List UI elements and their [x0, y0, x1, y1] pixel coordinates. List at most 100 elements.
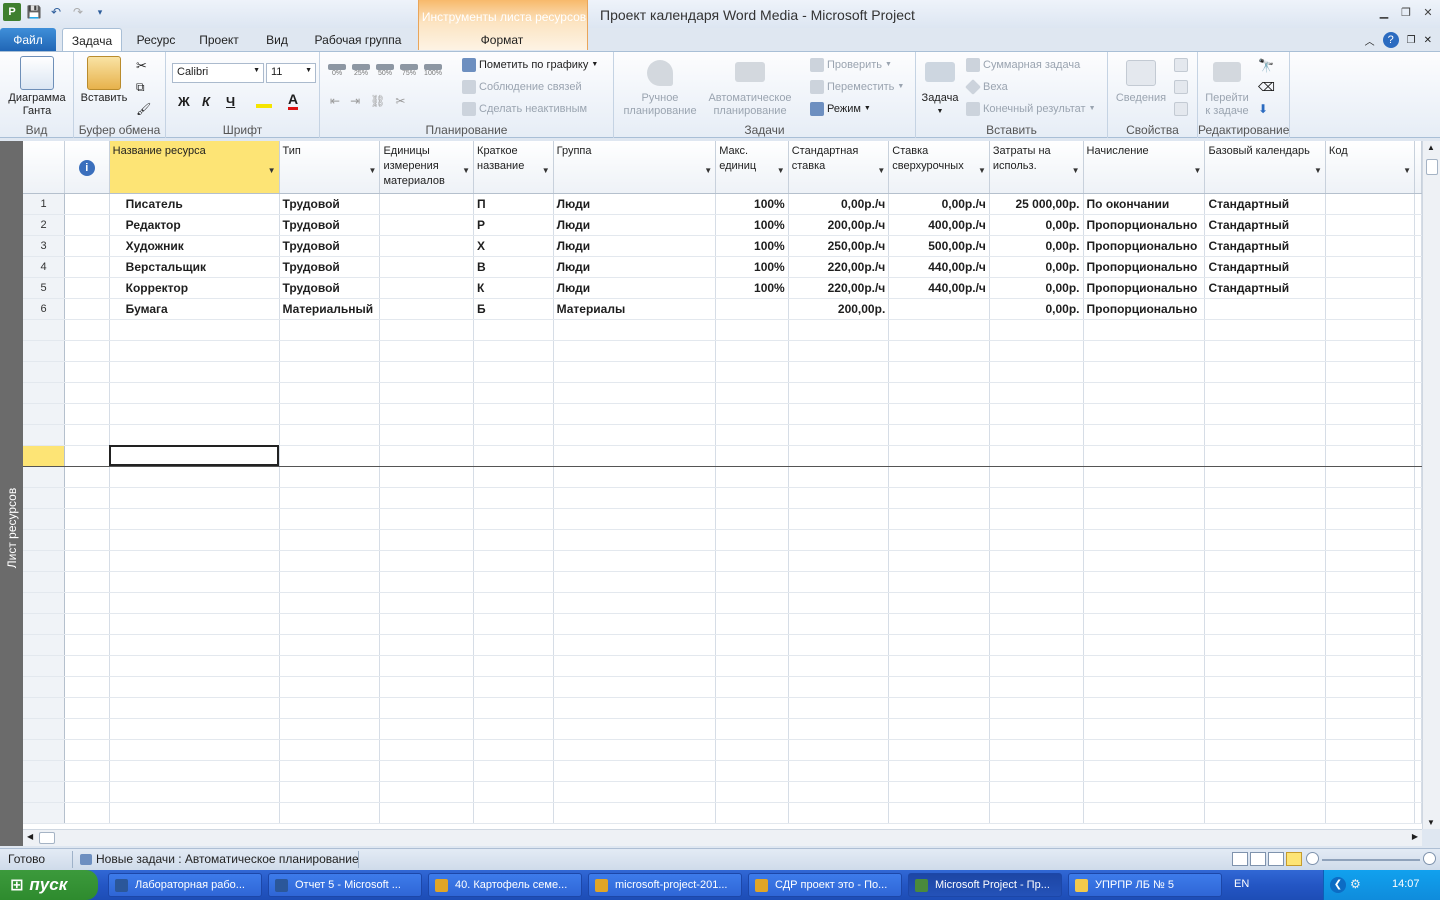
cell-max[interactable]	[715, 655, 789, 677]
cell-cost[interactable]	[989, 444, 1084, 467]
cell-type[interactable]	[279, 676, 381, 698]
indicator-cell[interactable]	[64, 256, 110, 278]
cell-cal[interactable]	[1204, 361, 1326, 383]
cell-accrue[interactable]: Пропорционально	[1083, 235, 1206, 257]
cell-name[interactable]	[109, 718, 280, 740]
cell-type[interactable]	[279, 424, 381, 446]
mark-on-track-button[interactable]: Пометить по графику ▼	[462, 56, 598, 74]
cell-cal[interactable]: Стандартный	[1204, 277, 1326, 299]
cell-accrue[interactable]	[1083, 319, 1206, 341]
column-header-code[interactable]: Код ▼	[1325, 141, 1416, 194]
indicator-cell[interactable]	[64, 319, 110, 341]
column-header-empty[interactable]	[1414, 141, 1422, 194]
cell-cal[interactable]	[1204, 634, 1326, 656]
cell-cost[interactable]	[989, 340, 1084, 362]
indicator-cell[interactable]	[64, 340, 110, 362]
format-painter-icon[interactable]: 🖌	[136, 102, 151, 116]
cell-matlabel[interactable]	[379, 592, 475, 614]
cell-empty[interactable]	[1414, 193, 1422, 215]
cell-initials[interactable]	[473, 340, 554, 362]
cell-max[interactable]	[715, 529, 789, 551]
cell-ovt[interactable]	[888, 781, 990, 803]
cell-std[interactable]	[788, 361, 890, 383]
cell-name[interactable]	[109, 550, 280, 572]
cell-type[interactable]	[279, 319, 381, 341]
table-row[interactable]	[23, 697, 1422, 719]
cell-empty[interactable]	[1414, 214, 1422, 236]
cell-initials[interactable]	[473, 592, 554, 614]
cell-group[interactable]	[553, 634, 717, 656]
filter-dropdown-icon[interactable]: ▼	[1403, 163, 1411, 178]
indicator-cell[interactable]	[64, 382, 110, 404]
cell-accrue[interactable]	[1083, 634, 1206, 656]
scroll-thumb[interactable]	[1426, 159, 1438, 175]
cell-matlabel[interactable]	[379, 697, 475, 719]
cell-accrue[interactable]	[1083, 444, 1206, 467]
paste-button[interactable]: Вставить	[78, 56, 130, 105]
cell-std[interactable]: 250,00р./ч	[788, 235, 890, 257]
cell-ovt[interactable]: 500,00р./ч	[888, 235, 990, 257]
cell-type[interactable]	[279, 529, 381, 551]
column-header-matlabel[interactable]: Единицы измерения материалов ▼	[379, 141, 475, 194]
cell-std[interactable]	[788, 718, 890, 740]
cell-empty[interactable]	[1414, 781, 1422, 803]
cell-accrue[interactable]: Пропорционально	[1083, 214, 1206, 236]
cell-initials[interactable]: Б	[473, 298, 554, 320]
cell-ovt[interactable]	[888, 718, 990, 740]
minimize-button[interactable]: ▁	[1376, 4, 1392, 20]
table-row[interactable]	[23, 424, 1422, 446]
cell-code[interactable]	[1325, 361, 1416, 383]
cell-accrue[interactable]	[1083, 655, 1206, 677]
cell-ovt[interactable]	[888, 424, 990, 446]
indicator-cell[interactable]	[64, 214, 110, 236]
cell-type[interactable]	[279, 444, 381, 467]
cell-matlabel[interactable]	[379, 571, 475, 593]
cell-name[interactable]	[109, 319, 280, 341]
cell-cal[interactable]	[1204, 444, 1326, 467]
font-family-select[interactable]: Calibri ▼	[172, 63, 264, 83]
cell-type[interactable]	[279, 760, 381, 782]
indicator-cell[interactable]	[64, 487, 110, 509]
row-number[interactable]	[23, 634, 66, 656]
cell-empty[interactable]	[1414, 277, 1422, 299]
column-header-type[interactable]: Тип ▼	[279, 141, 381, 194]
cell-group[interactable]: Люди	[553, 256, 717, 278]
status-new-tasks[interactable]: Новые задачи : Автоматическое планирован…	[96, 852, 359, 866]
cell-std[interactable]	[788, 424, 890, 446]
row-number[interactable]	[23, 760, 66, 782]
cell-std[interactable]	[788, 382, 890, 404]
cell-max[interactable]	[715, 444, 789, 467]
cell-std[interactable]	[788, 634, 890, 656]
move-button[interactable]: Переместить ▼	[810, 78, 904, 96]
cell-initials[interactable]: Х	[473, 235, 554, 257]
cell-initials[interactable]: К	[473, 277, 554, 299]
gantt-view-icon[interactable]	[1232, 852, 1248, 866]
row-number[interactable]: 6	[23, 298, 66, 320]
cell-name[interactable]	[109, 781, 280, 803]
cell-code[interactable]	[1325, 277, 1416, 299]
cell-group[interactable]	[553, 697, 717, 719]
table-row[interactable]	[23, 361, 1422, 383]
table-row[interactable]	[23, 760, 1422, 782]
filter-dropdown-icon[interactable]: ▼	[1194, 163, 1202, 178]
milestone-button[interactable]: Веха	[965, 78, 1008, 96]
cell-matlabel[interactable]	[379, 382, 475, 404]
cell-name[interactable]: Верстальщик	[109, 256, 280, 278]
cell-code[interactable]	[1325, 466, 1416, 488]
indicator-cell[interactable]	[64, 781, 110, 803]
cell-initials[interactable]: П	[473, 193, 554, 215]
taskbar-item[interactable]: Лабораторная рабо...	[108, 873, 262, 897]
mode-button[interactable]: Режим ▼	[810, 100, 871, 118]
cell-max[interactable]	[715, 676, 789, 698]
cell-cal[interactable]	[1204, 739, 1326, 761]
column-header-std[interactable]: Стандартная ставка ▼	[788, 141, 890, 194]
cell-code[interactable]	[1325, 382, 1416, 404]
cell-cal[interactable]: Стандартный	[1204, 235, 1326, 257]
cell-max[interactable]	[715, 613, 789, 635]
tab-project[interactable]: Проект	[190, 28, 248, 52]
indicator-cell[interactable]	[64, 235, 110, 257]
table-row[interactable]	[23, 739, 1422, 761]
cell-group[interactable]	[553, 571, 717, 593]
cell-name[interactable]	[109, 466, 280, 488]
cell-cost[interactable]	[989, 403, 1084, 425]
